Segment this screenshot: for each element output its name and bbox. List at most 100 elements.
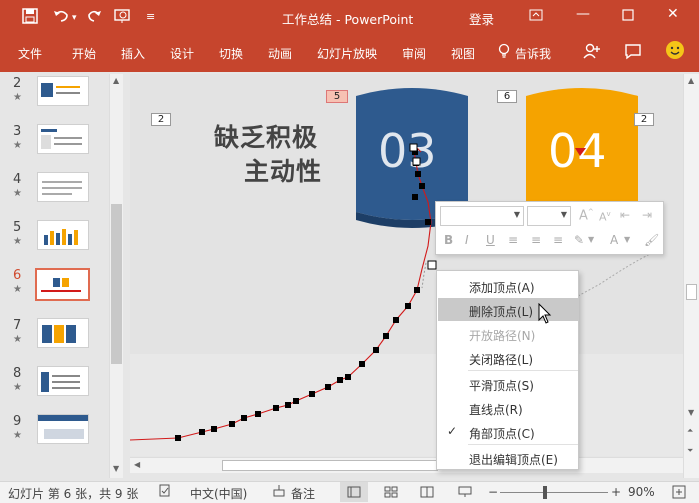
editor-horizontal-scrollbar[interactable]: ◀ <box>130 457 683 473</box>
thumbnail-scrollbar[interactable]: ▲ ▼ <box>109 74 123 478</box>
chevron-down-icon[interactable]: ▼ <box>588 235 594 244</box>
tab-home[interactable]: 开始 <box>72 45 96 62</box>
zoom-slider-thumb[interactable] <box>543 486 547 499</box>
menu-item-open-path: 开放路径(N) <box>469 329 536 343</box>
slide-editor-canvas[interactable]: 缺乏积极 主动性 03 04 2 5 6 2 <box>130 74 683 456</box>
decrease-font-icon[interactable]: Av <box>599 210 611 224</box>
slide-thumbnail-2[interactable] <box>37 76 89 106</box>
share-user-icon[interactable] <box>583 42 601 64</box>
title-bar: ▾ ≡ 工作总结 - PowerPoint 登录 — ✕ <box>0 0 699 34</box>
zoom-slider[interactable] <box>500 492 608 493</box>
undo-icon[interactable] <box>52 8 70 28</box>
decrease-indent-icon[interactable]: ⇤ <box>620 208 630 222</box>
zoom-in-button[interactable]: + <box>611 485 621 499</box>
mini-format-toolbar: ▼ ▼ A^ Av ⇤ ⇥ B I U ≡ ≡ ≡ ✎ ▼ A ▼ 🖌 <box>435 201 664 255</box>
animation-star-icon: ★ <box>13 284 22 295</box>
scroll-left-icon[interactable]: ◀ <box>134 460 140 469</box>
chevron-down-icon: ▼ <box>560 210 567 219</box>
smiley-feedback-icon[interactable] <box>665 40 685 64</box>
menu-item-close-path[interactable]: 关闭路径(L) <box>438 346 579 369</box>
slide-thumbnail-7[interactable] <box>37 318 89 348</box>
spellcheck-icon[interactable] <box>158 484 172 501</box>
highlight-icon[interactable]: ✎ <box>574 233 584 247</box>
tab-transitions[interactable]: 切换 <box>219 45 243 62</box>
normal-view-icon[interactable] <box>340 482 368 502</box>
tab-insert[interactable]: 插入 <box>121 45 145 62</box>
slide-thumbnail-5[interactable] <box>37 220 89 250</box>
scroll-up-icon[interactable]: ▲ <box>113 76 119 85</box>
menu-item-smooth-point[interactable]: 平滑顶点(S) <box>438 372 579 395</box>
freeform-path-edit[interactable] <box>130 74 683 456</box>
align-left-icon[interactable]: ≡ <box>508 233 518 247</box>
animation-star-icon: ★ <box>13 92 22 103</box>
bold-icon[interactable]: B <box>444 233 453 247</box>
scrollbar-thumb[interactable] <box>111 204 122 364</box>
italic-icon[interactable]: I <box>465 233 469 247</box>
slide-thumbnail-9[interactable] <box>37 414 89 444</box>
tab-design[interactable]: 设计 <box>170 45 194 62</box>
tab-review[interactable]: 审阅 <box>402 45 426 62</box>
tab-view[interactable]: 视图 <box>451 45 475 62</box>
ribbon-tabs: 文件 开始 插入 设计 切换 动画 幻灯片放映 审阅 视图 告诉我 <box>0 34 699 72</box>
mouse-cursor-icon <box>538 303 552 324</box>
menu-item-exit-edit-points[interactable]: 退出编辑顶点(E) <box>438 446 579 469</box>
redo-icon[interactable] <box>86 8 102 28</box>
slide-thumbnail-4[interactable] <box>37 172 89 202</box>
font-color-icon[interactable]: A <box>610 233 618 247</box>
path-vertices <box>175 160 434 441</box>
increase-font-icon[interactable]: A^ <box>579 208 594 223</box>
fit-to-window-icon[interactable] <box>672 485 686 502</box>
language-status[interactable]: 中文(中国) <box>190 485 247 502</box>
slide-number: 2 <box>13 76 22 91</box>
slide-thumbnail-8[interactable] <box>37 366 89 396</box>
slide-sorter-icon[interactable] <box>384 486 398 501</box>
notes-button[interactable]: 备注 <box>291 485 315 502</box>
scrollbar-thumb[interactable] <box>686 284 697 300</box>
maximize-button[interactable] <box>622 9 634 25</box>
notes-icon[interactable] <box>272 484 286 501</box>
menu-item-delete-point[interactable]: 删除顶点(L) <box>438 298 579 321</box>
animation-star-icon: ★ <box>13 188 22 199</box>
zoom-out-button[interactable]: − <box>488 485 498 499</box>
tell-me-search[interactable]: 告诉我 <box>515 45 551 62</box>
editor-vertical-scrollbar[interactable]: ▲ ▼ ⏶ ⏷ <box>683 74 699 478</box>
slide-number: 3 <box>13 124 22 139</box>
increase-indent-icon[interactable]: ⇥ <box>642 208 652 222</box>
menu-item-add-point[interactable]: 添加顶点(A) <box>438 274 579 297</box>
tab-slideshow[interactable]: 幻灯片放映 <box>317 45 377 62</box>
scroll-down-icon[interactable]: ▼ <box>688 408 694 417</box>
align-right-icon[interactable]: ≡ <box>553 233 563 247</box>
slide-number: 4 <box>13 172 22 187</box>
tab-animations[interactable]: 动画 <box>268 45 292 62</box>
menu-item-straight-point[interactable]: 直线点(R) <box>438 396 579 419</box>
comment-icon[interactable] <box>624 42 642 64</box>
slide-number: 8 <box>13 366 22 381</box>
align-center-icon[interactable]: ≡ <box>531 233 541 247</box>
next-slide-icon[interactable]: ⏷ <box>687 446 693 456</box>
scroll-down-icon[interactable]: ▼ <box>113 464 119 473</box>
chevron-down-icon[interactable]: ▼ <box>624 235 630 244</box>
previous-slide-icon[interactable]: ⏶ <box>687 426 693 436</box>
reading-view-icon[interactable] <box>420 486 434 501</box>
slide-thumbnail-6[interactable] <box>35 268 90 301</box>
login-link[interactable]: 登录 <box>469 9 494 28</box>
customize-toolbar-icon[interactable]: ≡ <box>146 10 155 23</box>
font-family-select[interactable]: ▼ <box>440 206 524 226</box>
font-size-select[interactable]: ▼ <box>527 206 571 226</box>
zoom-level[interactable]: 90% <box>628 485 655 499</box>
status-bar: 幻灯片 第 6 张，共 9 张 中文(中国) 备注 − + 90% <box>0 481 699 503</box>
slide-thumbnail-3[interactable] <box>37 124 89 154</box>
format-painter-icon[interactable]: 🖌 <box>644 233 659 247</box>
scroll-up-icon[interactable]: ▲ <box>688 76 694 85</box>
underline-icon[interactable]: U <box>486 233 495 247</box>
slideshow-view-icon[interactable] <box>458 486 472 501</box>
minimize-button[interactable]: — <box>576 6 590 22</box>
slideshow-start-icon[interactable] <box>114 8 132 28</box>
scrollbar-thumb[interactable] <box>222 460 438 471</box>
undo-dropdown-icon[interactable]: ▾ <box>72 13 77 23</box>
close-button[interactable]: ✕ <box>667 6 679 22</box>
menu-item-corner-point[interactable]: ✓ 角部顶点(C) <box>438 420 579 443</box>
tab-file[interactable]: 文件 <box>18 45 42 62</box>
ribbon-display-icon[interactable] <box>529 8 543 26</box>
save-icon[interactable] <box>22 8 38 28</box>
